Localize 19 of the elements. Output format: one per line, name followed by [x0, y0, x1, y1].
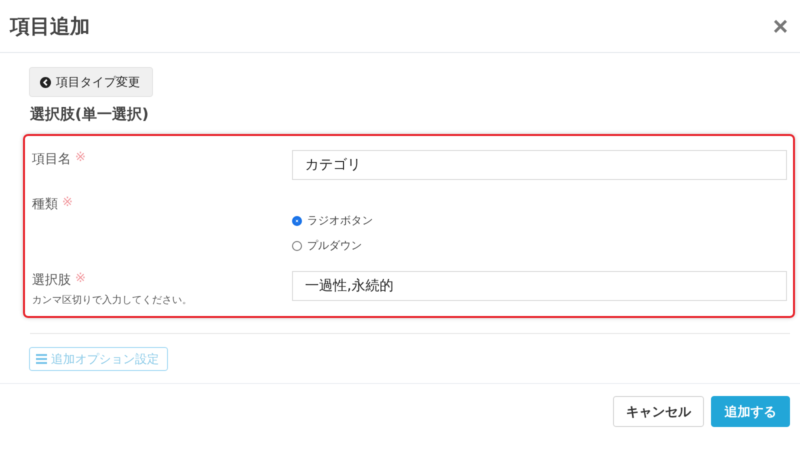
required-mark: ※: [62, 195, 73, 212]
required-mark: ※: [75, 150, 86, 167]
close-button[interactable]: ×: [772, 10, 788, 42]
field-hint: カンマ区切りで入力してください。: [32, 294, 193, 307]
field-label: 種類: [32, 196, 58, 214]
field-label: 選択肢: [32, 272, 71, 289]
input-field[interactable]: カテゴリ: [292, 150, 787, 180]
section-title: 選択肢(単一選択): [30, 105, 150, 124]
field-label: 項目名: [32, 151, 71, 168]
cancel-button[interactable]: キャンセル: [613, 396, 704, 427]
radio-button[interactable]: [292, 216, 302, 226]
dialog-title: 項目追加: [10, 12, 90, 40]
radio-option[interactable]: ラジオボタン: [292, 213, 373, 228]
input-field[interactable]: 一過性,永続的: [292, 270, 787, 301]
change-type-button[interactable]: 項目タイプ変更: [29, 67, 153, 97]
menu-icon: [36, 354, 47, 364]
radio-option[interactable]: プルダウン: [292, 238, 362, 254]
radio-button[interactable]: [292, 240, 302, 251]
required-mark: ※: [75, 270, 86, 288]
